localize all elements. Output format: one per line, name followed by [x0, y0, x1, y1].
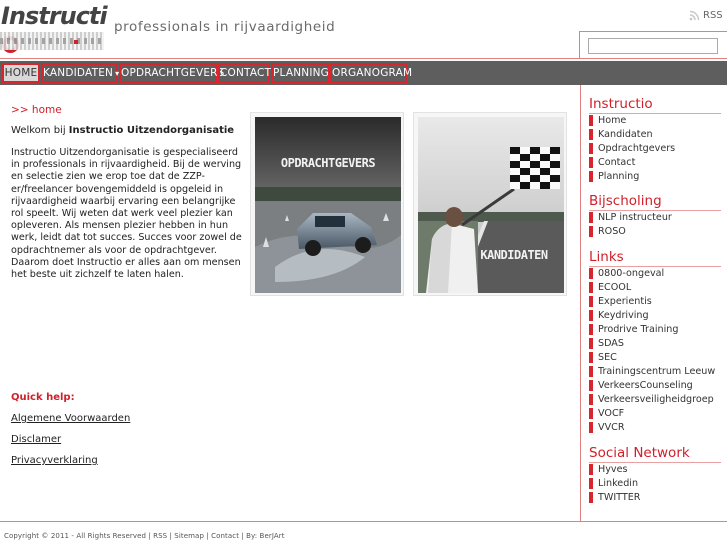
search-input[interactable] [588, 38, 718, 54]
bullet-bar [589, 352, 593, 363]
promo-kandidaten[interactable]: KANDIDATEN [413, 112, 567, 296]
nav-opdrachtgevers[interactable]: OPDRACHTGEVERS [119, 63, 224, 83]
bullet-bar [589, 478, 593, 489]
bullet-bar [589, 212, 593, 223]
bullet-bar [589, 143, 593, 154]
bullet-bar [589, 282, 593, 293]
sidebar: Instructio Home Kandidaten Opdrachtgever… [580, 85, 727, 521]
nav-home[interactable]: HOME [2, 63, 40, 83]
sidebar-item-opdrachtgevers[interactable]: Opdrachtgevers [589, 142, 675, 155]
quick-help-title: Quick help: [11, 392, 75, 403]
rss-icon [689, 10, 700, 21]
logo-tire-pattern [0, 32, 104, 50]
rss-link[interactable]: RSS [689, 10, 723, 21]
promo-opdrachtgevers[interactable]: OPDRACHTGEVERS [250, 112, 404, 296]
sidebar-item-kandidaten[interactable]: Kandidaten [589, 128, 653, 141]
nav-planning[interactable]: PLANNING [271, 63, 329, 83]
sidebar-heading-links: Links [589, 249, 624, 265]
sidebar-link-prodrive-training[interactable]: Prodrive Training [589, 323, 678, 336]
promo-opdrachtgevers-label: OPDRACHTGEVERS [281, 156, 375, 170]
sidebar-link-ecool[interactable]: ECOOL [589, 281, 631, 294]
bullet-bar [589, 324, 593, 335]
link-privacyverklaring[interactable]: Privacyverklaring [11, 455, 98, 466]
logo-text: Instructi [1, 2, 108, 30]
sidebar-item-roso[interactable]: ROSO [589, 225, 626, 238]
sidebar-heading-bijscholing: Bijscholing [589, 193, 662, 209]
bullet-bar [589, 129, 593, 140]
bullet-bar [589, 408, 593, 419]
sidebar-link-sec[interactable]: SEC [589, 351, 617, 364]
bullet-bar [589, 492, 593, 503]
sidebar-item-contact[interactable]: Contact [589, 156, 635, 169]
bullet-bar [589, 296, 593, 307]
footer-text: Copyright © 2011 - All Rights Reserved |… [4, 532, 285, 540]
welcome-heading: Welkom bij Instructio Uitzendorganisatie [11, 125, 235, 136]
bullet-bar [589, 268, 593, 279]
bullet-bar [589, 366, 593, 377]
rss-label: RSS [703, 10, 723, 21]
sidebar-link-keydriving[interactable]: Keydriving [589, 309, 649, 322]
sidebar-heading-instructio: Instructio [589, 96, 653, 112]
breadcrumb[interactable]: >> home [11, 104, 62, 116]
bullet-bar [589, 394, 593, 405]
sidebar-link-vocf[interactable]: VOCF [589, 407, 624, 420]
intro-text: Instructio Uitzendorganisatie is gespeci… [11, 147, 242, 281]
sidebar-item-nlp-instructeur[interactable]: NLP instructeur [589, 211, 672, 224]
bullet-bar [589, 422, 593, 433]
sidebar-item-planning[interactable]: Planning [589, 170, 639, 183]
footer-divider [0, 521, 727, 522]
sidebar-heading-social-network: Social Network [589, 445, 690, 461]
nav-kandidaten[interactable]: KANDIDATEN ▾ [41, 63, 119, 83]
sidebar-link-hyves[interactable]: Hyves [589, 463, 627, 476]
bullet-bar [589, 226, 593, 237]
link-algemene-voorwaarden[interactable]: Algemene Voorwaarden [11, 413, 130, 424]
sidebar-link-experientis[interactable]: Experientis [589, 295, 652, 308]
bullet-bar [589, 171, 593, 182]
tagline: professionals in rijvaardigheid [114, 19, 336, 35]
link-disclamer[interactable]: Disclamer [11, 434, 61, 445]
sidebar-link-linkedin[interactable]: Linkedin [589, 477, 638, 490]
promo-kandidaten-label: KANDIDATEN [480, 248, 548, 262]
bullet-bar [589, 310, 593, 321]
search-area [579, 31, 727, 58]
sidebar-link-twitter[interactable]: TWITTER [589, 491, 640, 504]
bullet-bar [589, 380, 593, 391]
sidebar-link-0800-ongeval[interactable]: 0800-ongeval [589, 267, 664, 280]
bullet-bar [589, 464, 593, 475]
header-divider [0, 58, 727, 59]
sidebar-link-verkeersveiligheidgroep[interactable]: Verkeersveiligheidgroep [589, 393, 714, 406]
bullet-bar [589, 115, 593, 126]
bullet-bar [589, 157, 593, 168]
sidebar-link-vvcr[interactable]: VVCR [589, 421, 625, 434]
logo[interactable]: Instructi [0, 0, 108, 53]
bullet-bar [589, 338, 593, 349]
main-nav: HOME KANDIDATEN ▾ OPDRACHTGEVERS CONTACT … [0, 61, 727, 85]
logo-dot [74, 40, 78, 44]
sidebar-link-trainingscentrum-leeuw[interactable]: Trainingscentrum Leeuw [589, 365, 715, 378]
nav-contact[interactable]: CONTACT [218, 63, 271, 83]
sidebar-link-sdas[interactable]: SDAS [589, 337, 624, 350]
sidebar-link-verkeerscounseling[interactable]: VerkeersCounseling [589, 379, 693, 392]
sidebar-item-home[interactable]: Home [589, 114, 626, 127]
nav-organogram[interactable]: ORGANOGRAM [330, 63, 412, 83]
